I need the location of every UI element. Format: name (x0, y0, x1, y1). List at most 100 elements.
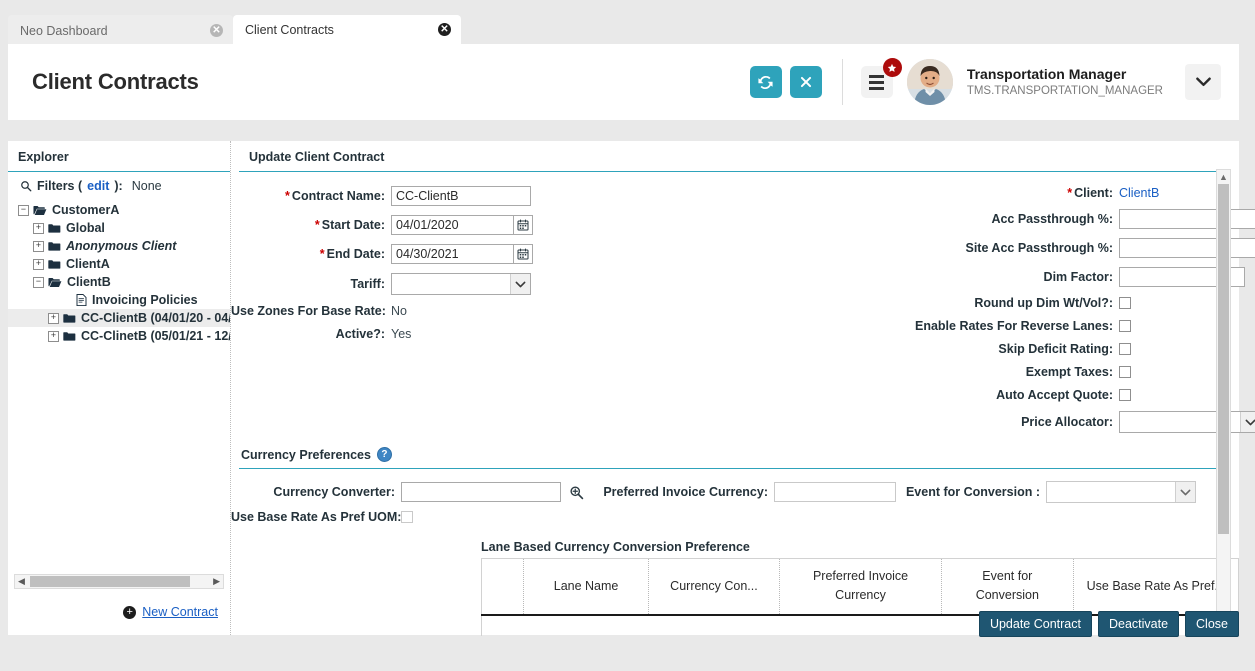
expand-icon[interactable]: + (33, 241, 44, 252)
scrollbar-thumb[interactable] (1218, 184, 1229, 534)
table-column-header (482, 559, 524, 615)
deactivate-button[interactable]: Deactivate (1098, 611, 1179, 637)
tree-item-anonymous-client[interactable]: +Anonymous Client (8, 237, 230, 255)
price-allocator-select[interactable] (1119, 411, 1255, 433)
filters-label-end: ): (114, 179, 122, 193)
site-acc-passthrough-input[interactable] (1119, 238, 1255, 258)
table-column-header: Use Base Rate As Pref... (1073, 559, 1238, 615)
event-conversion-select-group (1046, 481, 1196, 503)
enable-reverse-lanes-checkbox[interactable] (1119, 320, 1131, 332)
field-exempt-taxes: Exempt Taxes: (791, 365, 1255, 379)
close-icon[interactable]: ✕ (438, 23, 451, 36)
expand-icon[interactable]: + (33, 223, 44, 234)
currency-converter-lookup-button[interactable] (569, 485, 584, 500)
table-column-header: Currency Con... (648, 559, 779, 615)
round-up-dim-checkbox[interactable] (1119, 297, 1131, 309)
end-date-calendar-button[interactable] (513, 244, 533, 264)
tree-item-global[interactable]: +Global (8, 219, 230, 237)
tree-item-invoicing-policies[interactable]: Invoicing Policies (8, 291, 230, 309)
field-label: Dim Factor: (1044, 270, 1113, 284)
field-price-allocator: Price Allocator: (791, 411, 1255, 433)
new-contract-link[interactable]: New Contract (142, 605, 218, 619)
tree-item-cc-clientb-04-01-20-04-30-2[interactable]: +CC-ClientB (04/01/20 - 04/30/2 (8, 309, 230, 327)
search-plus-icon (569, 485, 584, 500)
notifications-menu[interactable] (861, 66, 893, 98)
acc-passthrough-input[interactable] (1119, 209, 1255, 229)
active-value: Yes (391, 327, 411, 341)
contract-name-input[interactable] (391, 186, 531, 206)
field-start-date: *Start Date: (231, 215, 791, 235)
folder-open-icon (48, 277, 62, 288)
update-contract-button[interactable]: Update Contract (979, 611, 1092, 637)
field-label: Skip Deficit Rating: (998, 342, 1113, 356)
status-badge (883, 58, 902, 77)
start-date-calendar-button[interactable] (513, 215, 533, 235)
close-icon[interactable]: ✕ (210, 24, 223, 37)
tree-item-label: CustomerA (52, 203, 125, 217)
folder-open-icon (33, 205, 47, 216)
tree-item-label: Invoicing Policies (92, 293, 204, 307)
new-contract-row[interactable]: + New Contract (123, 605, 218, 619)
filters-value: None (132, 179, 162, 193)
refresh-button[interactable] (750, 66, 782, 98)
table-header: Lane NameCurrency Con...Preferred Invoic… (482, 559, 1239, 615)
field-contract-name: *Contract Name: (231, 186, 791, 206)
field-label: Acc Passthrough %: (991, 212, 1113, 226)
currency-converter-input[interactable] (401, 482, 561, 502)
explorer-panel: Explorer Filters (edit): None −CustomerA… (8, 141, 230, 635)
close-button[interactable]: Close (1185, 611, 1239, 637)
skip-deficit-checkbox[interactable] (1119, 343, 1131, 355)
expand-icon[interactable]: + (48, 313, 59, 324)
filters-edit-link[interactable]: edit (87, 179, 109, 193)
use-base-rate-checkbox[interactable] (401, 511, 413, 523)
auto-accept-quote-checkbox[interactable] (1119, 389, 1131, 401)
use-zones-value: No (391, 304, 407, 318)
tab-neo-dashboard[interactable]: Neo Dashboard ✕ (8, 15, 233, 46)
tab-client-contracts[interactable]: Client Contracts ✕ (233, 15, 461, 47)
folder-icon (48, 259, 61, 270)
folder-icon (63, 331, 76, 342)
client-value-link[interactable]: ClientB (1119, 186, 1159, 200)
expand-icon[interactable]: + (48, 331, 59, 342)
document-icon (76, 294, 87, 306)
field-acc-passthrough: Acc Passthrough %: (791, 209, 1255, 229)
end-date-group (391, 244, 533, 264)
tree-item-customera[interactable]: − CustomerA (8, 201, 230, 219)
field-auto-accept-quote: Auto Accept Quote: (791, 388, 1255, 402)
scroll-right-icon[interactable]: ▶ (210, 576, 223, 587)
scroll-left-icon[interactable]: ◀ (15, 576, 28, 587)
start-date-input[interactable] (391, 215, 513, 235)
field-use-zones: Use Zones For Base Rate: No (231, 304, 791, 318)
help-icon[interactable]: ? (377, 447, 392, 462)
content-vertical-scrollbar[interactable]: ▲ ▼ (1216, 169, 1231, 625)
tariff-select[interactable] (391, 273, 531, 295)
form-left-column: *Contract Name: *Start Date: (231, 186, 791, 350)
expand-icon[interactable]: + (33, 259, 44, 270)
event-conversion-select[interactable] (1046, 481, 1196, 503)
tab-label: Client Contracts (245, 23, 438, 37)
tree-item-clientb[interactable]: −ClientB (8, 273, 230, 291)
field-label: Client: (1074, 186, 1113, 200)
exempt-taxes-checkbox[interactable] (1119, 366, 1131, 378)
tree-item-clienta[interactable]: + ClientA (8, 255, 230, 273)
field-label: Enable Rates For Reverse Lanes: (915, 319, 1113, 333)
close-window-button[interactable] (790, 66, 822, 98)
user-menu-button[interactable] (1185, 64, 1221, 100)
field-skip-deficit: Skip Deficit Rating: (791, 342, 1255, 356)
avatar[interactable] (907, 59, 953, 105)
preferred-invoice-currency-input[interactable] (774, 482, 896, 502)
explorer-horizontal-scrollbar[interactable]: ◀ ▶ (14, 574, 224, 589)
end-date-input[interactable] (391, 244, 513, 264)
scrollbar-thumb[interactable] (30, 576, 190, 587)
collapse-icon[interactable]: − (18, 205, 29, 216)
folder-icon (48, 241, 61, 252)
tree-item-cc-clinetb-05-01-21-12-31-2[interactable]: +CC-ClinetB (05/01/21 - 12/31/2 (8, 327, 230, 345)
user-id: TMS.TRANSPORTATION_MANAGER (967, 84, 1163, 98)
scroll-up-icon[interactable]: ▲ (1217, 170, 1230, 183)
collapse-icon[interactable]: − (33, 277, 44, 288)
tree-item-label: ClientA (66, 257, 116, 271)
section-title: Update Client Contract (239, 141, 1231, 172)
calendar-icon (517, 248, 529, 260)
field-label: Site Acc Passthrough %: (966, 241, 1114, 255)
explorer-tree[interactable]: −CustomerA+Global+Anonymous Client+Clien… (8, 201, 230, 671)
